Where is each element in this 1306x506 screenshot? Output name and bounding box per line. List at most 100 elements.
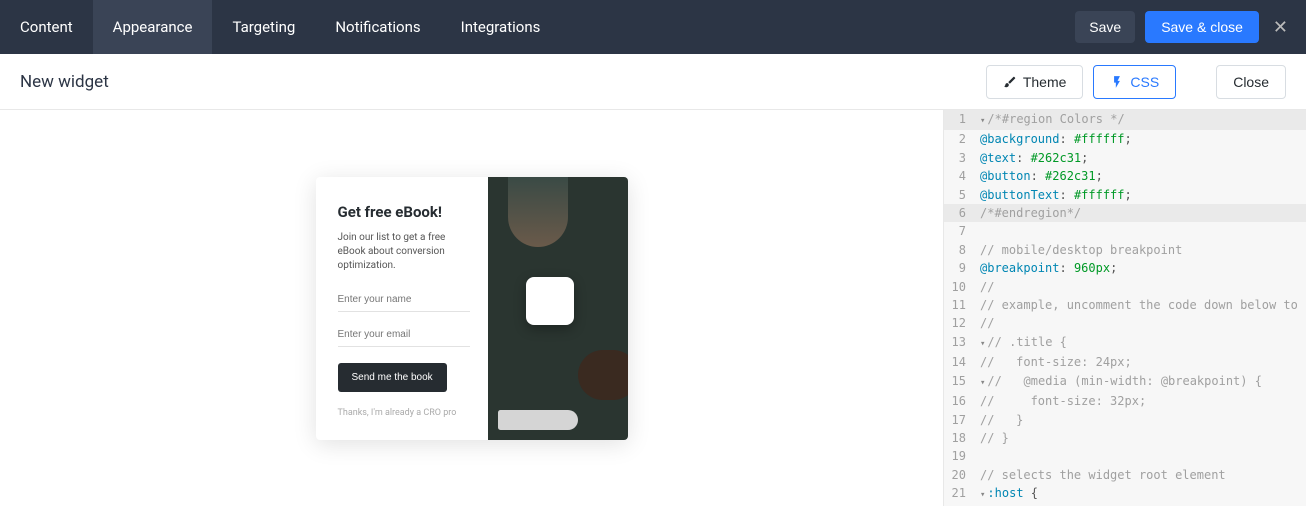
line-number: 6: [944, 204, 974, 222]
line-number: 1: [944, 110, 974, 130]
image-object-icon: [498, 410, 578, 430]
code-line[interactable]: 2@background: #ffffff;: [944, 130, 1306, 148]
code-line[interactable]: 1▾/*#region Colors */: [944, 110, 1306, 130]
nav-tab-appearance[interactable]: Appearance: [93, 0, 213, 54]
code-content: // }: [974, 429, 1306, 447]
code-line[interactable]: 10//: [944, 278, 1306, 296]
code-content: // }: [974, 411, 1306, 429]
nav-tab-notifications[interactable]: Notifications: [315, 0, 440, 54]
widget-form: Get free eBook! Join our list to get a f…: [316, 177, 488, 440]
fold-icon[interactable]: ▾: [980, 490, 985, 500]
close-icon[interactable]: ✕: [1269, 17, 1292, 38]
workspace: Get free eBook! Join our list to get a f…: [0, 110, 1306, 506]
widget-footer-link[interactable]: Thanks, I'm already a CRO pro: [338, 408, 470, 418]
nav-tab-integrations[interactable]: Integrations: [441, 0, 561, 54]
code-content: //: [974, 278, 1306, 296]
code-line[interactable]: 5@buttonText: #ffffff;: [944, 186, 1306, 204]
widget-description: Join our list to get a free eBook about …: [338, 231, 470, 273]
fold-icon[interactable]: ▾: [980, 339, 985, 349]
line-number: 10: [944, 278, 974, 296]
line-number: 16: [944, 392, 974, 410]
code-line[interactable]: 21▾:host {: [944, 484, 1306, 504]
subheader-actions: Theme CSS Close: [986, 65, 1286, 99]
line-number: 8: [944, 241, 974, 259]
line-number: 7: [944, 222, 974, 240]
code-content: @button: #262c31;: [974, 167, 1306, 185]
code-line[interactable]: 7: [944, 222, 1306, 240]
line-number: 4: [944, 167, 974, 185]
close-panel-label: Close: [1233, 74, 1269, 90]
code-line[interactable]: 14// font-size: 24px;: [944, 353, 1306, 371]
code-content: //: [974, 314, 1306, 332]
code-content: @buttonText: #ffffff;: [974, 186, 1306, 204]
code-line[interactable]: 16// font-size: 32px;: [944, 392, 1306, 410]
code-content: ▾// .title {: [974, 333, 1306, 353]
widget-name-input[interactable]: [338, 288, 470, 312]
line-number: 3: [944, 149, 974, 167]
bolt-icon: [1110, 75, 1124, 89]
code-content: /*#endregion*/: [974, 204, 1306, 222]
save-close-button[interactable]: Save & close: [1145, 11, 1259, 43]
widget-preview: Get free eBook! Join our list to get a f…: [316, 177, 628, 440]
theme-button[interactable]: Theme: [986, 65, 1084, 99]
code-line[interactable]: 13▾// .title {: [944, 333, 1306, 353]
widget-image: [488, 177, 628, 440]
line-number: 21: [944, 484, 974, 504]
line-number: 19: [944, 447, 974, 465]
code-content: // selects the widget root element: [974, 466, 1306, 484]
code-content: ▾/*#region Colors */: [974, 110, 1306, 130]
line-number: 14: [944, 353, 974, 371]
line-number: 13: [944, 333, 974, 353]
line-number: 12: [944, 314, 974, 332]
widget-title: Get free eBook!: [338, 203, 470, 221]
save-button[interactable]: Save: [1075, 11, 1135, 43]
brush-icon: [1003, 75, 1017, 89]
page-title: New widget: [20, 72, 109, 92]
code-line[interactable]: 9@breakpoint: 960px;: [944, 259, 1306, 277]
css-button-label: CSS: [1130, 74, 1159, 90]
code-line[interactable]: 4@button: #262c31;: [944, 167, 1306, 185]
fold-icon[interactable]: ▾: [980, 378, 985, 388]
code-line[interactable]: 12//: [944, 314, 1306, 332]
line-number: 11: [944, 296, 974, 314]
code-content: // mobile/desktop breakpoint: [974, 241, 1306, 259]
line-number: 2: [944, 130, 974, 148]
widget-email-input[interactable]: [338, 323, 470, 347]
line-number: 18: [944, 429, 974, 447]
nav-actions: Save Save & close ✕: [1075, 11, 1306, 43]
code-content: @text: #262c31;: [974, 149, 1306, 167]
code-line[interactable]: 20// selects the widget root element: [944, 466, 1306, 484]
line-number: 5: [944, 186, 974, 204]
code-line[interactable]: 17// }: [944, 411, 1306, 429]
code-line[interactable]: 8// mobile/desktop breakpoint: [944, 241, 1306, 259]
preview-canvas: Get free eBook! Join our list to get a f…: [0, 110, 944, 506]
line-number: 17: [944, 411, 974, 429]
close-panel-button[interactable]: Close: [1216, 65, 1286, 99]
code-content: // example, uncomment the code down belo…: [974, 296, 1306, 314]
code-content: [974, 447, 1306, 465]
code-line[interactable]: 15▾// @media (min-width: @breakpoint) {: [944, 372, 1306, 392]
nav-tab-content[interactable]: Content: [0, 0, 93, 54]
css-button[interactable]: CSS: [1093, 65, 1176, 99]
code-content: ▾// @media (min-width: @breakpoint) {: [974, 372, 1306, 392]
fold-icon[interactable]: ▾: [980, 116, 985, 126]
top-nav: ContentAppearanceTargetingNotificationsI…: [0, 0, 1306, 54]
nav-tabs: ContentAppearanceTargetingNotificationsI…: [0, 0, 560, 54]
line-number: 9: [944, 259, 974, 277]
code-line[interactable]: 18// }: [944, 429, 1306, 447]
image-hand-icon: [508, 177, 568, 247]
code-line[interactable]: 19: [944, 447, 1306, 465]
code-content: @breakpoint: 960px;: [974, 259, 1306, 277]
line-number: 20: [944, 466, 974, 484]
subheader: New widget Theme CSS Close: [0, 54, 1306, 110]
code-content: [974, 222, 1306, 240]
code-content: // font-size: 32px;: [974, 392, 1306, 410]
code-line[interactable]: 11// example, uncomment the code down be…: [944, 296, 1306, 314]
code-content: ▾:host {: [974, 484, 1306, 504]
image-device-icon: [526, 277, 574, 325]
nav-tab-targeting[interactable]: Targeting: [212, 0, 315, 54]
widget-cta-button[interactable]: Send me the book: [338, 363, 447, 392]
code-editor[interactable]: 1▾/*#region Colors */2@background: #ffff…: [944, 110, 1306, 506]
code-line[interactable]: 6/*#endregion*/: [944, 204, 1306, 222]
code-line[interactable]: 3@text: #262c31;: [944, 149, 1306, 167]
